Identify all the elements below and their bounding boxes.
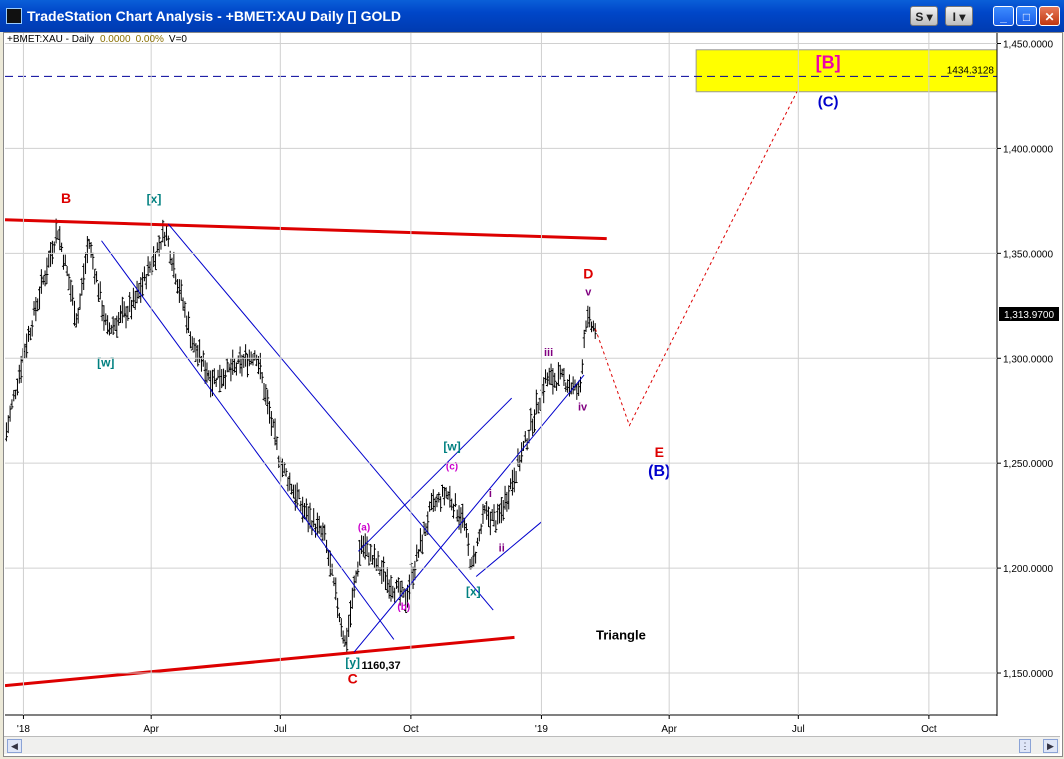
x-tick-label: '19 bbox=[535, 724, 548, 735]
wave-label: 1160,37 bbox=[362, 660, 401, 672]
wave-label: (B) bbox=[648, 463, 670, 480]
target-level-label: 1434.3128 bbox=[947, 65, 995, 76]
wave-label: [B] bbox=[816, 53, 841, 73]
x-tick-label: Apr bbox=[661, 724, 677, 735]
x-tick-label: Oct bbox=[921, 724, 937, 735]
y-tick-label: 1,200.0000 bbox=[1003, 564, 1053, 575]
y-tick-label: 1,350.0000 bbox=[1003, 249, 1053, 260]
price-chart[interactable]: 1434.3128 B [x][w]Dviiiiviii[w](c)(a)(b)[… bbox=[0, 0, 1064, 759]
y-tick-label: 1,450.0000 bbox=[1003, 39, 1053, 50]
x-tick-label: Jul bbox=[792, 724, 805, 735]
wave-label: Triangle bbox=[596, 627, 646, 642]
wave-label: [w] bbox=[443, 440, 460, 454]
wave-label: D bbox=[583, 266, 593, 282]
symbol-label: +BMET:XAU - Daily bbox=[7, 34, 94, 45]
wave-label: [x] bbox=[466, 584, 481, 598]
wave-label: [y] bbox=[345, 656, 360, 670]
wave-label: E bbox=[655, 444, 664, 460]
wave-label: [w] bbox=[97, 356, 114, 370]
last-price-label: 1,313.9700 bbox=[1004, 310, 1054, 321]
wave-label: v bbox=[585, 286, 592, 298]
wave-label: iii bbox=[544, 347, 553, 359]
projection-path bbox=[594, 91, 798, 427]
y-tick-label: 1,300.0000 bbox=[1003, 354, 1053, 365]
y-tick-label: 1,400.0000 bbox=[1003, 144, 1053, 155]
channel-line bbox=[353, 374, 585, 653]
y-tick-label: 1,150.0000 bbox=[1003, 669, 1053, 680]
horizontal-scrollbar[interactable]: ◀ ⋮ ▶ bbox=[4, 736, 1060, 754]
trendline-lower-red bbox=[5, 635, 515, 688]
wave-label: (C) bbox=[818, 93, 839, 110]
wave-label: [x] bbox=[147, 192, 162, 206]
wave-label: (b) bbox=[397, 602, 410, 613]
scroll-left-icon[interactable]: ◀ bbox=[7, 739, 22, 753]
x-tick-label: Apr bbox=[143, 724, 159, 735]
wave-label: B bbox=[61, 190, 71, 206]
trendline-upper-red bbox=[5, 218, 607, 241]
x-tick-label: Jul bbox=[274, 724, 287, 735]
change-pct-value: 0.00% bbox=[136, 34, 164, 45]
y-tick-label: 1,250.0000 bbox=[1003, 459, 1053, 470]
volume-value: V=0 bbox=[169, 34, 188, 45]
change-value: 0.0000 bbox=[100, 34, 131, 45]
scroll-grip-icon[interactable]: ⋮ bbox=[1019, 739, 1031, 753]
wave-label: ii bbox=[499, 542, 505, 554]
wave-label: (a) bbox=[358, 522, 370, 533]
channel-line bbox=[358, 397, 512, 552]
wave-label: iv bbox=[578, 402, 588, 414]
scroll-right-icon[interactable]: ▶ bbox=[1043, 739, 1058, 753]
x-tick-label: '18 bbox=[17, 724, 30, 735]
wave-label: i bbox=[489, 488, 492, 500]
x-tick-label: Oct bbox=[403, 724, 419, 735]
